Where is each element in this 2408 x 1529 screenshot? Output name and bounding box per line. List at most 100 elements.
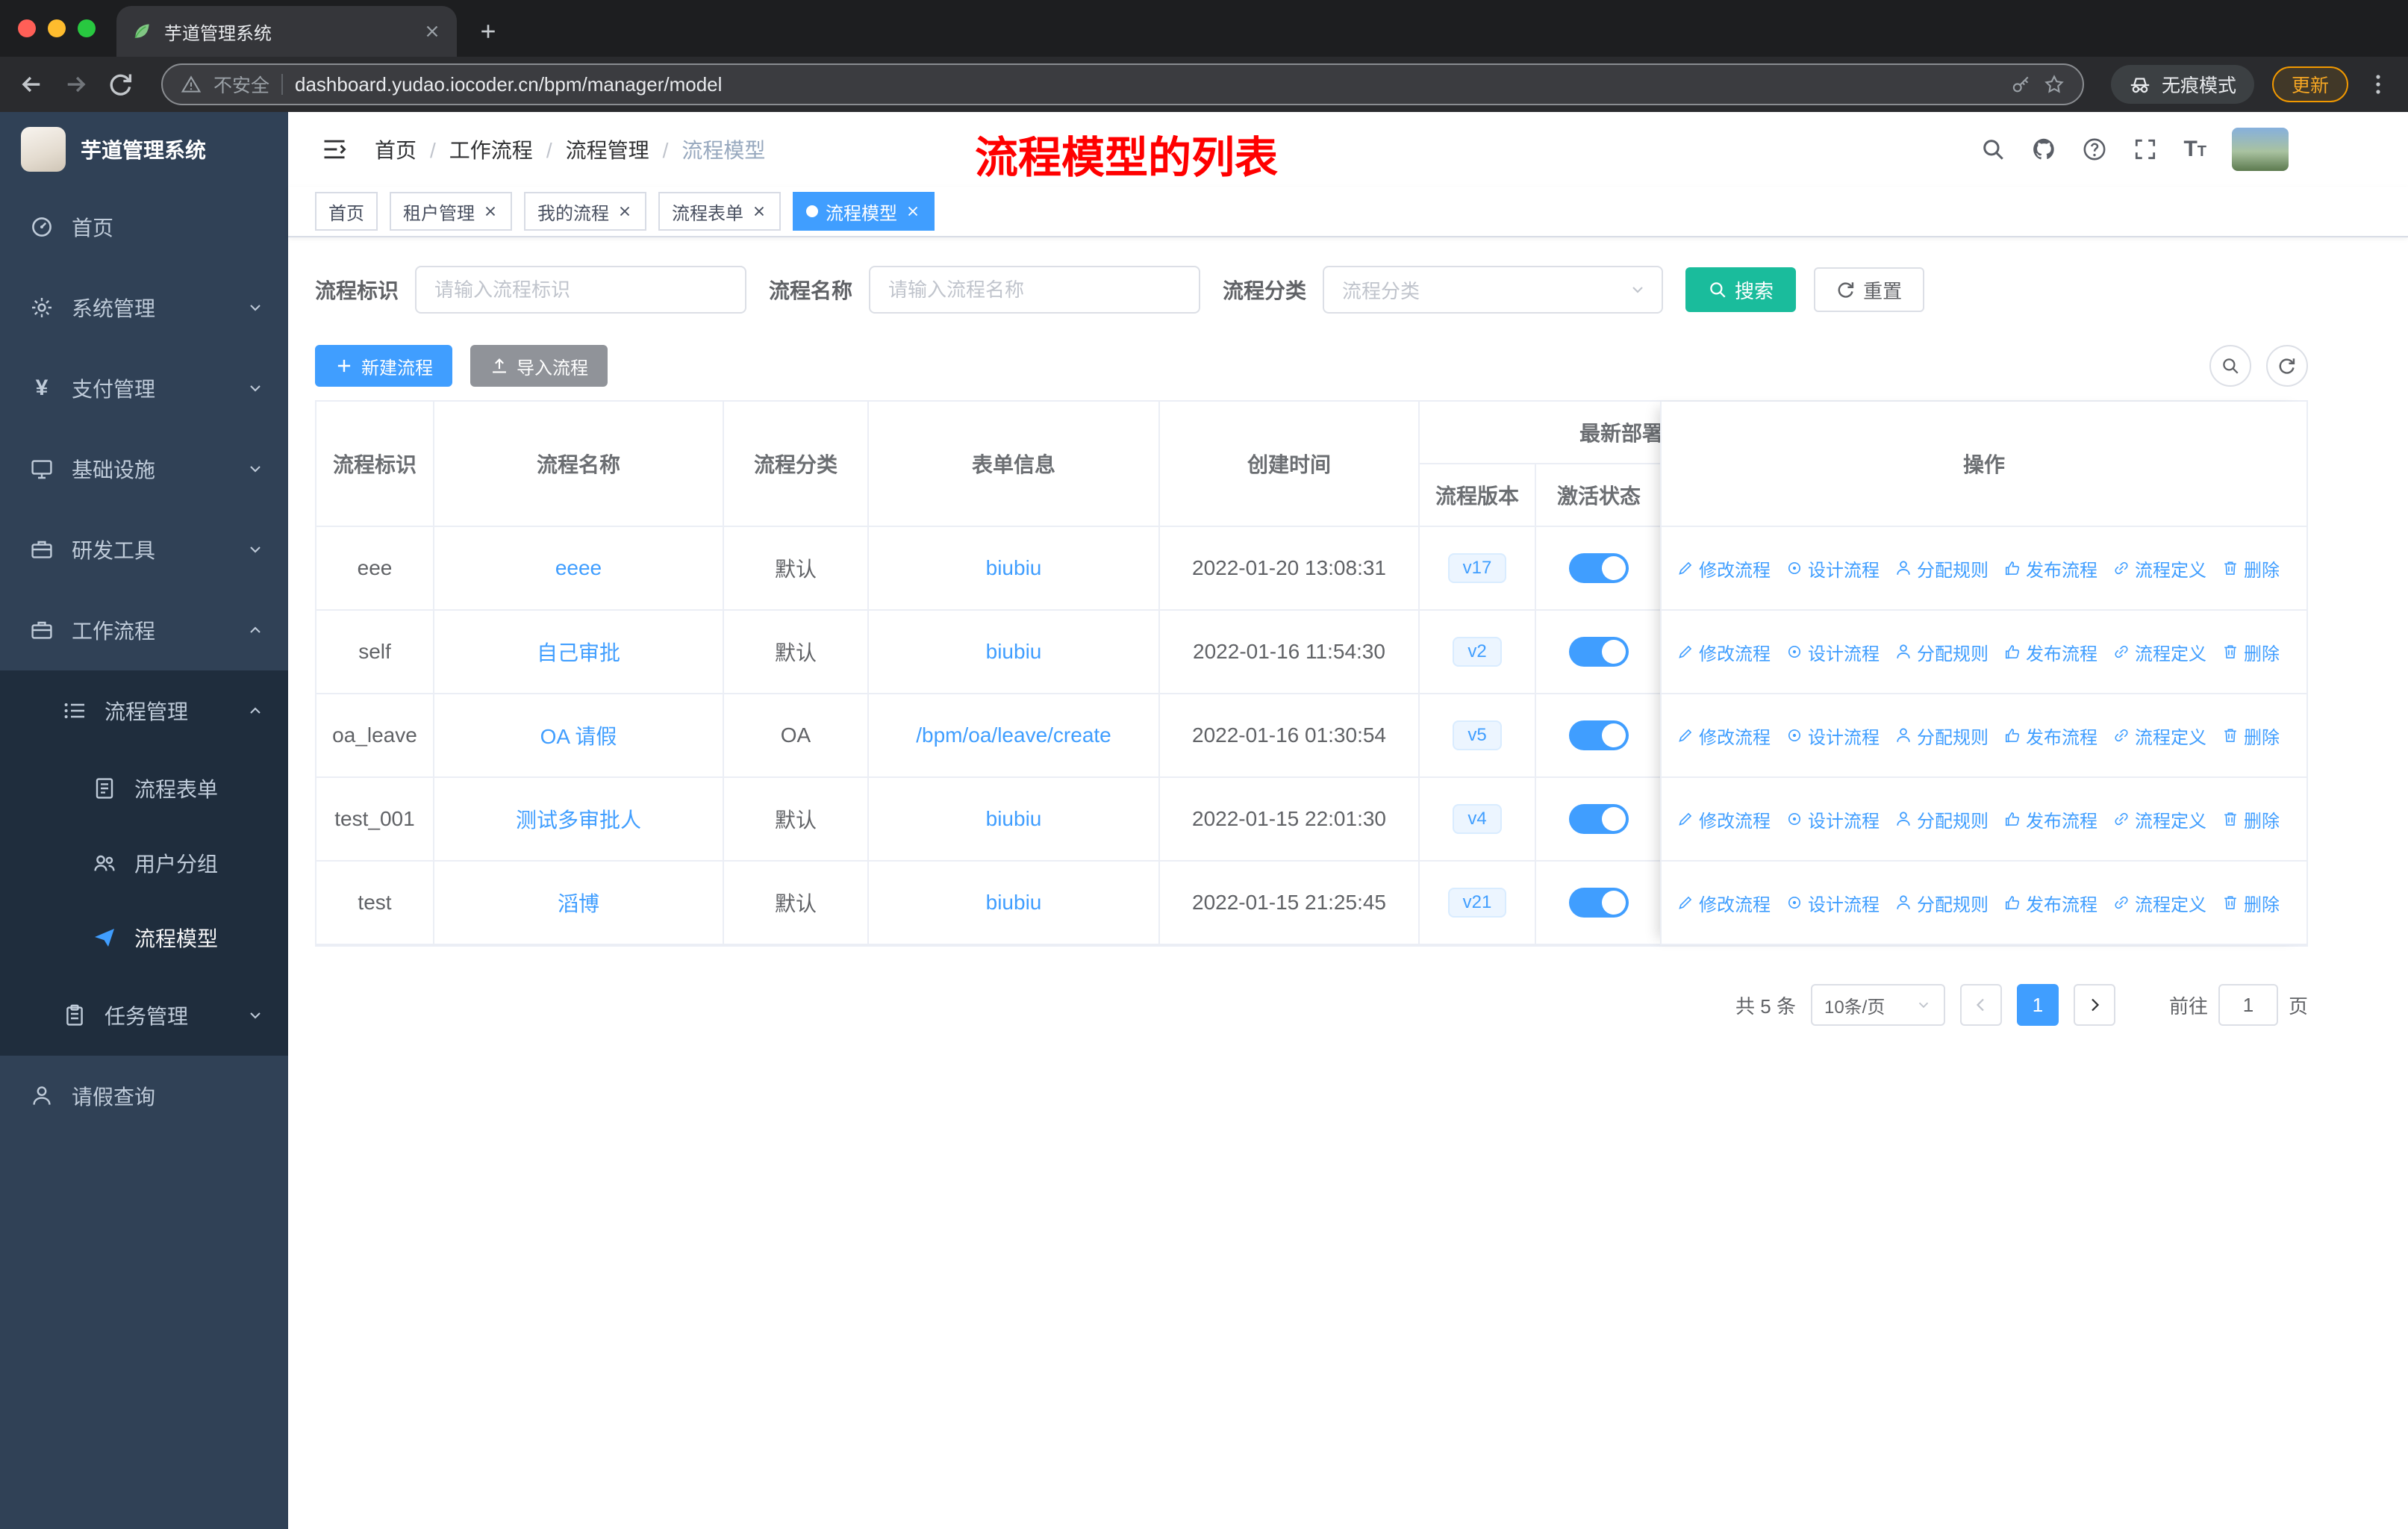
active-toggle[interactable]: [1569, 553, 1629, 583]
sidebar-toggle-icon[interactable]: [321, 136, 348, 163]
window-close-button[interactable]: [18, 19, 36, 37]
active-toggle[interactable]: [1569, 804, 1629, 834]
delete-link[interactable]: 删除: [2221, 639, 2280, 665]
search-button[interactable]: 搜索: [1685, 267, 1797, 312]
close-icon[interactable]: [751, 203, 767, 219]
process-name-input[interactable]: [869, 266, 1201, 314]
active-toggle[interactable]: [1569, 888, 1629, 918]
sidebar-item-leave-query[interactable]: 请假查询: [0, 1056, 288, 1136]
window-minimize-button[interactable]: [48, 19, 66, 37]
close-icon[interactable]: [905, 203, 921, 219]
form-info-link[interactable]: /bpm/oa/leave/create: [916, 723, 1111, 747]
assign-rule-link[interactable]: 分配规则: [1894, 555, 1989, 582]
modify-process-link[interactable]: 修改流程: [1676, 555, 1771, 582]
assign-rule-link[interactable]: 分配规则: [1894, 723, 1989, 749]
close-icon[interactable]: [482, 203, 499, 219]
back-button[interactable]: [18, 71, 45, 98]
design-process-link[interactable]: 设计流程: [1785, 639, 1880, 665]
font-size-icon[interactable]: [2183, 138, 2206, 161]
process-name-link[interactable]: OA 请假: [540, 725, 617, 748]
breadcrumb-item[interactable]: 首页: [375, 134, 417, 164]
version-badge[interactable]: v2: [1453, 637, 1502, 667]
github-icon[interactable]: [2031, 137, 2056, 162]
category-select[interactable]: 流程分类: [1323, 266, 1664, 314]
delete-link[interactable]: 删除: [2221, 890, 2280, 916]
goto-page-input[interactable]: [2218, 984, 2278, 1026]
form-info-link[interactable]: biubiu: [986, 807, 1042, 830]
version-badge[interactable]: v5: [1453, 720, 1502, 750]
active-toggle[interactable]: [1569, 720, 1629, 750]
forward-button[interactable]: [63, 71, 90, 98]
design-process-link[interactable]: 设计流程: [1785, 806, 1880, 832]
process-id-input[interactable]: [415, 266, 747, 314]
page-size-select[interactable]: 10条/页: [1810, 984, 1945, 1026]
process-definition-link[interactable]: 流程定义: [2112, 723, 2206, 749]
publish-process-link[interactable]: 发布流程: [2003, 639, 2097, 665]
page-1-button[interactable]: 1: [2016, 984, 2059, 1026]
tag-tenant-mgmt[interactable]: 租户管理: [390, 192, 512, 231]
design-process-link[interactable]: 设计流程: [1785, 723, 1880, 749]
toggle-search-button[interactable]: [2209, 345, 2251, 387]
active-toggle[interactable]: [1569, 637, 1629, 667]
modify-process-link[interactable]: 修改流程: [1676, 639, 1771, 665]
process-definition-link[interactable]: 流程定义: [2112, 639, 2206, 665]
user-avatar[interactable]: [2232, 128, 2289, 171]
tag-my-process[interactable]: 我的流程: [524, 192, 646, 231]
refresh-table-button[interactable]: [2266, 345, 2308, 387]
process-name-link[interactable]: 自己审批: [537, 641, 620, 664]
next-page-button[interactable]: [2073, 984, 2115, 1026]
browser-tab[interactable]: 芋道管理系统: [116, 6, 457, 57]
design-process-link[interactable]: 设计流程: [1785, 890, 1880, 916]
reload-button[interactable]: [107, 71, 134, 98]
bookmark-star-icon[interactable]: [2044, 74, 2065, 95]
update-button[interactable]: 更新: [2271, 66, 2348, 102]
fullscreen-icon[interactable]: [2133, 137, 2158, 162]
close-icon[interactable]: [617, 203, 633, 219]
form-info-link[interactable]: biubiu: [986, 556, 1042, 579]
sidebar-item-payment-mgmt[interactable]: 支付管理: [0, 348, 288, 429]
browser-menu-icon[interactable]: [2366, 72, 2390, 96]
import-process-button[interactable]: 导入流程: [470, 345, 608, 387]
sidebar-item-process-form[interactable]: 流程表单: [0, 751, 288, 826]
process-definition-link[interactable]: 流程定义: [2112, 555, 2206, 582]
window-zoom-button[interactable]: [78, 19, 96, 37]
sidebar-item-workflow[interactable]: 工作流程: [0, 590, 288, 670]
delete-link[interactable]: 删除: [2221, 555, 2280, 582]
create-process-button[interactable]: 新建流程: [315, 345, 452, 387]
not-secure-warning-icon[interactable]: [181, 74, 202, 95]
form-info-link[interactable]: biubiu: [986, 640, 1042, 663]
tag-home[interactable]: 首页: [315, 192, 378, 231]
assign-rule-link[interactable]: 分配规则: [1894, 890, 1989, 916]
publish-process-link[interactable]: 发布流程: [2003, 723, 2097, 749]
process-name-link[interactable]: 滔博: [558, 892, 599, 915]
sidebar-item-task-mgmt[interactable]: 任务管理: [0, 975, 288, 1056]
version-badge[interactable]: v17: [1447, 553, 1507, 583]
sidebar-item-process-model[interactable]: 流程模型: [0, 900, 288, 975]
design-process-link[interactable]: 设计流程: [1785, 555, 1880, 582]
search-icon[interactable]: [1980, 137, 2006, 162]
assign-rule-link[interactable]: 分配规则: [1894, 639, 1989, 665]
process-definition-link[interactable]: 流程定义: [2112, 890, 2206, 916]
publish-process-link[interactable]: 发布流程: [2003, 806, 2097, 832]
breadcrumb-item[interactable]: 工作流程: [417, 134, 533, 164]
modify-process-link[interactable]: 修改流程: [1676, 806, 1771, 832]
publish-process-link[interactable]: 发布流程: [2003, 555, 2097, 582]
prev-page-button[interactable]: [1959, 984, 2002, 1026]
version-badge[interactable]: v4: [1453, 804, 1502, 834]
process-name-link[interactable]: 测试多审批人: [516, 809, 641, 832]
assign-rule-link[interactable]: 分配规则: [1894, 806, 1989, 832]
address-bar[interactable]: 不安全 dashboard.yudao.iocoder.cn/bpm/manag…: [161, 63, 2084, 105]
modify-process-link[interactable]: 修改流程: [1676, 723, 1771, 749]
process-definition-link[interactable]: 流程定义: [2112, 806, 2206, 832]
version-badge[interactable]: v21: [1447, 888, 1507, 918]
sidebar-item-process-mgmt[interactable]: 流程管理: [0, 670, 288, 751]
form-info-link[interactable]: biubiu: [986, 891, 1042, 914]
process-name-link[interactable]: eeee: [555, 556, 602, 579]
new-tab-button[interactable]: [478, 21, 499, 42]
tag-process-form[interactable]: 流程表单: [658, 192, 781, 231]
reset-button[interactable]: 重置: [1814, 267, 1925, 312]
delete-link[interactable]: 删除: [2221, 723, 2280, 749]
breadcrumb-item[interactable]: 流程管理: [533, 134, 649, 164]
sidebar-item-dev-tools[interactable]: 研发工具: [0, 509, 288, 590]
tag-process-model[interactable]: 流程模型: [793, 192, 935, 231]
